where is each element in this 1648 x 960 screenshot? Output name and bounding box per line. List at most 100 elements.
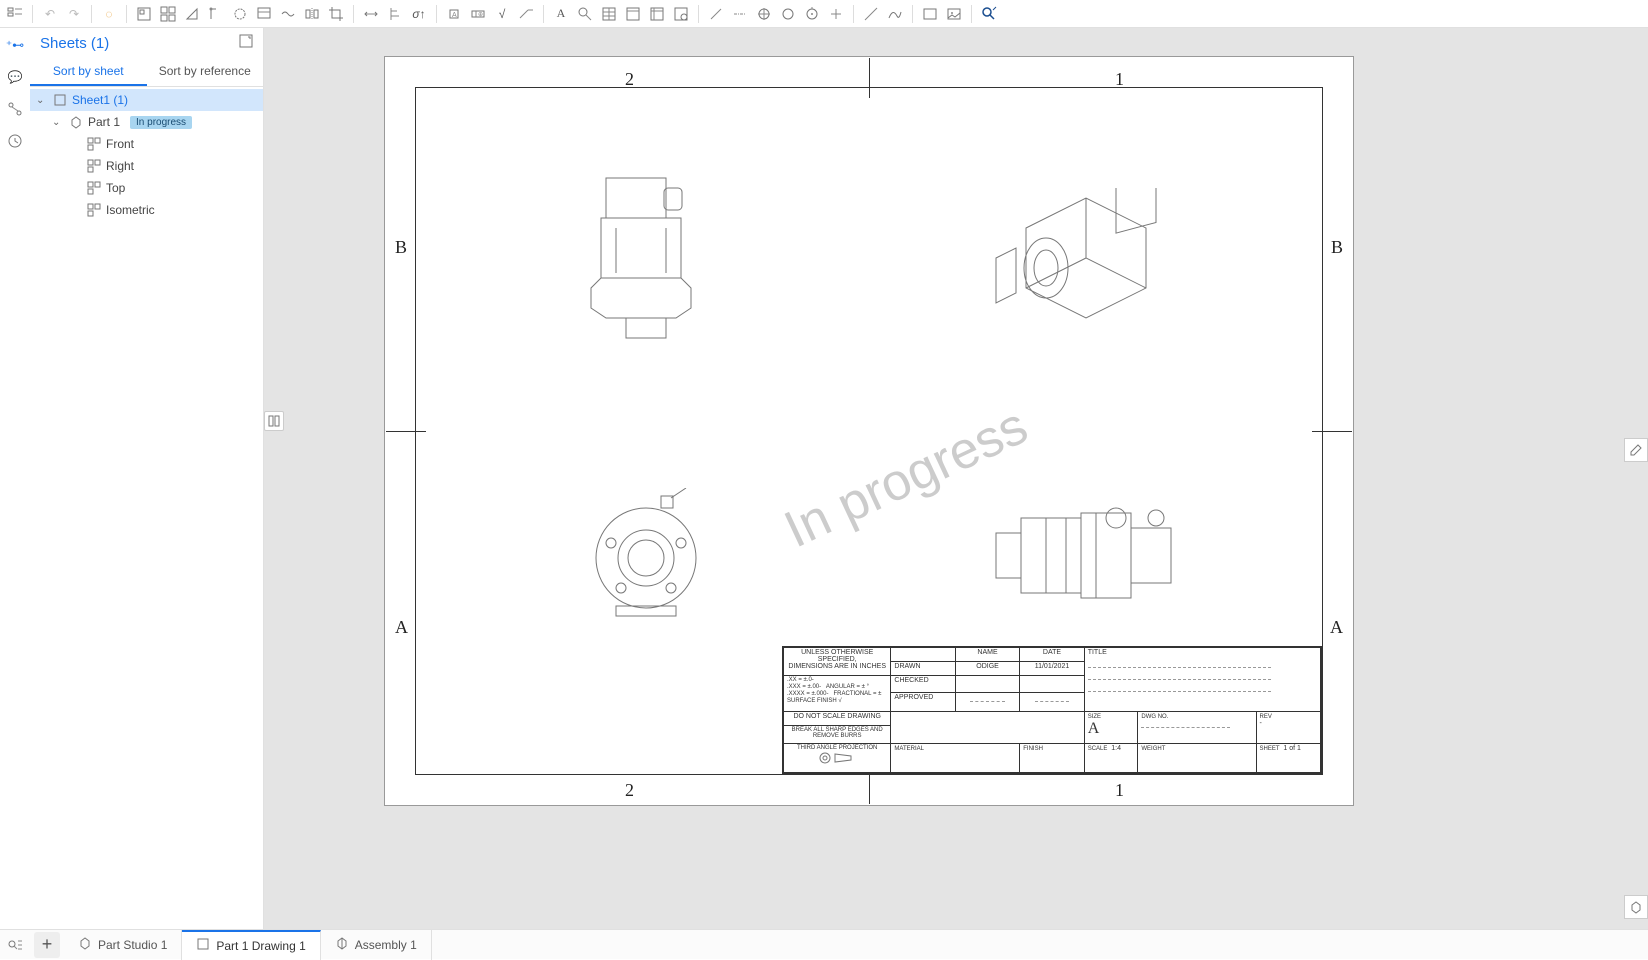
tree-view-top[interactable]: Top (30, 177, 263, 199)
tab-label: Assembly 1 (355, 938, 417, 952)
chamfer-dim-button[interactable]: σ↑ (408, 3, 430, 25)
break-view-button[interactable] (277, 3, 299, 25)
insert-view-button[interactable] (133, 3, 155, 25)
tb-finish: FINISH (1023, 746, 1043, 752)
edge-button[interactable] (860, 3, 882, 25)
view-icon (86, 180, 102, 196)
tab-part-studio[interactable]: Part Studio 1 (64, 930, 182, 960)
tree-view-front[interactable]: Front (30, 133, 263, 155)
revision-table-button[interactable] (670, 3, 692, 25)
zone-col-1-bot: 1 (1115, 780, 1124, 801)
note-button[interactable]: A (550, 3, 572, 25)
drawing-canvas[interactable]: 2 1 2 1 B B A A In progress (264, 28, 1648, 929)
comments-icon[interactable]: 💬 (4, 66, 26, 88)
tb-approved: APPROVED (891, 693, 955, 712)
centerline-button[interactable] (729, 3, 751, 25)
surface-finish-button[interactable]: √ (491, 3, 513, 25)
weld-symbol-button[interactable] (515, 3, 537, 25)
tree-view-label: Isometric (106, 203, 155, 217)
tb-hdr-name: NAME (955, 648, 1019, 662)
drawing-icon (196, 937, 210, 954)
tree-sheet-label: Sheet1 (1) (72, 93, 128, 107)
line-button[interactable] (705, 3, 727, 25)
title-block[interactable]: UNLESS OTHERWISE SPECIFIED, DIMENSIONS A… (782, 646, 1322, 774)
status-badge: In progress (130, 116, 192, 129)
zone-row-a-right: A (1330, 617, 1343, 638)
dimension-button[interactable] (360, 3, 382, 25)
isometric-view[interactable] (986, 188, 1186, 338)
tab-drawing[interactable]: Part 1 Drawing 1 (182, 930, 320, 960)
add-tab-button[interactable]: + (34, 932, 60, 958)
add-feature-icon[interactable]: ⁺⊷ (4, 34, 26, 56)
tb-tol-xxx: .XXX = ±.00- (787, 684, 821, 690)
tb-surface: SURFACE FINISH (787, 698, 837, 704)
redo-button[interactable]: ↷ (63, 3, 85, 25)
detail-view-button[interactable] (253, 3, 275, 25)
tb-tol-frac: FRACTIONAL = ± (834, 691, 882, 697)
svg-text:A: A (452, 12, 457, 19)
history-icon[interactable] (4, 130, 26, 152)
sort-by-reference-tab[interactable]: Sort by reference (147, 58, 264, 86)
bom-button[interactable] (646, 3, 668, 25)
tab-label: Part Studio 1 (98, 938, 167, 952)
versions-icon[interactable] (4, 98, 26, 120)
hole-table-button[interactable] (622, 3, 644, 25)
tb-checked: CHECKED (891, 675, 955, 693)
tree-sheet-row[interactable]: ⌄ Sheet1 (1) (30, 89, 263, 111)
inspect-button[interactable] (978, 3, 1000, 25)
sort-by-sheet-tab[interactable]: Sort by sheet (30, 58, 147, 86)
broken-out-button[interactable] (229, 3, 251, 25)
spline-button[interactable] (884, 3, 906, 25)
tab-assembly[interactable]: Assembly 1 (321, 930, 432, 960)
waiting-icon[interactable]: ◌ (98, 3, 120, 25)
search-tabs-icon[interactable] (0, 934, 30, 956)
panel-expand-icon[interactable] (239, 34, 253, 52)
tree-view-right[interactable]: Right (30, 155, 263, 177)
tb-hdr-date: DATE (1020, 648, 1084, 662)
gtol-button[interactable]: ⊕ (467, 3, 489, 25)
tree-view-isometric[interactable]: Isometric (30, 199, 263, 221)
tb-sheet-label: SHEET (1260, 746, 1280, 752)
tb-break: BREAK ALL SHARP EDGES AND REMOVE BURRS (784, 726, 891, 744)
table-button[interactable] (598, 3, 620, 25)
tb-notes1: UNLESS OTHERWISE SPECIFIED, (801, 649, 873, 663)
four-view-button[interactable] (157, 3, 179, 25)
top-view[interactable] (986, 488, 1186, 618)
mirror-view-button[interactable] (301, 3, 323, 25)
feature-tree-icon[interactable] (4, 3, 26, 25)
center-point-button[interactable] (801, 3, 823, 25)
sort-tabs: Sort by sheet Sort by reference (30, 58, 263, 87)
sheet-frame: In progress (415, 87, 1323, 775)
datum-button[interactable]: A (443, 3, 465, 25)
collapse-panel-handle[interactable] (264, 411, 284, 431)
tree-part-label: Part 1 (88, 115, 120, 129)
sheet-tree: ⌄ Sheet1 (1) ⌄ Part 1 In progress Front … (30, 87, 263, 223)
tools-panel-toggle[interactable] (1624, 438, 1648, 462)
tree-view-label: Right (106, 159, 134, 173)
ordinate-dim-button[interactable] (384, 3, 406, 25)
tree-part-row[interactable]: ⌄ Part 1 In progress (30, 111, 263, 133)
part-icon (68, 114, 84, 130)
section-view-button[interactable] (205, 3, 227, 25)
view-icon (86, 202, 102, 218)
drawing-sheet[interactable]: 2 1 2 1 B B A A In progress (384, 56, 1354, 806)
front-view[interactable] (576, 168, 716, 348)
tb-drawn: DRAWN (891, 661, 955, 675)
find-button[interactable] (574, 3, 596, 25)
chevron-down-icon[interactable]: ⌄ (36, 95, 48, 106)
chevron-down-icon[interactable]: ⌄ (52, 117, 64, 128)
tb-weight: WEIGHT (1141, 746, 1165, 752)
tb-notes2: DIMENSIONS ARE IN INCHES (788, 663, 886, 670)
sheet-format-button[interactable] (919, 3, 941, 25)
circle-button[interactable] (777, 3, 799, 25)
sheet-icon (52, 92, 68, 108)
undo-button[interactable]: ↶ (39, 3, 61, 25)
crop-view-button[interactable] (325, 3, 347, 25)
view-cube-toggle[interactable] (1624, 895, 1648, 919)
point-button[interactable] (825, 3, 847, 25)
image-button[interactable] (943, 3, 965, 25)
zone-row-b-right: B (1331, 237, 1343, 258)
auxiliary-view-button[interactable] (181, 3, 203, 25)
centermark-button[interactable] (753, 3, 775, 25)
right-view[interactable] (576, 488, 716, 618)
